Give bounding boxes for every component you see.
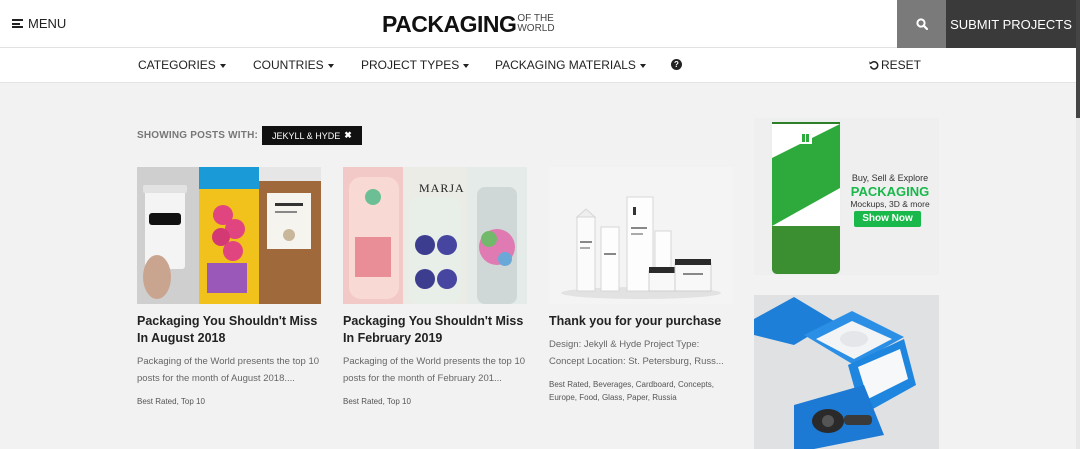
hamburger-icon bbox=[12, 19, 23, 28]
scrollbar-thumb[interactable] bbox=[1076, 0, 1080, 118]
post-tag[interactable]: Top 10 bbox=[387, 397, 411, 406]
submit-projects-button[interactable]: SUBMIT PROJECTS bbox=[946, 0, 1076, 48]
post-tag[interactable]: Europe bbox=[549, 393, 575, 402]
post-tags: Best Rated, Top 10 bbox=[343, 397, 411, 406]
site-logo[interactable]: PACKAGING OF THE WORLD bbox=[382, 12, 563, 36]
post-tags: Best Rated, Beverages, Cardboard, Concep… bbox=[549, 380, 715, 402]
post-tag[interactable]: Beverages bbox=[593, 380, 631, 389]
page-scrollbar[interactable] bbox=[1076, 0, 1080, 449]
post-tag[interactable]: Russia bbox=[652, 393, 676, 402]
ad-line2: Mockups, 3D & more bbox=[850, 199, 930, 209]
post-tag[interactable]: Best Rated bbox=[549, 380, 589, 389]
post-thumbnail[interactable] bbox=[549, 167, 733, 304]
ad-headline: PACKAGING bbox=[850, 184, 930, 199]
close-icon[interactable]: ✖ bbox=[344, 130, 352, 141]
post-tags: Best Rated, Top 10 bbox=[137, 397, 205, 406]
post-tag[interactable]: Best Rated bbox=[137, 397, 177, 406]
active-filter-label: JEKYLL & HYDE bbox=[272, 130, 341, 141]
post-tag[interactable]: Best Rated bbox=[343, 397, 383, 406]
caret-down-icon bbox=[219, 63, 226, 68]
showing-posts-label: SHOWING POSTS WITH: bbox=[137, 130, 259, 141]
menu-button[interactable]: MENU bbox=[12, 16, 66, 31]
caret-down-icon bbox=[327, 63, 334, 68]
caret-down-icon bbox=[639, 63, 646, 68]
post-tag[interactable]: Paper bbox=[627, 393, 648, 402]
post-image bbox=[549, 167, 733, 304]
post-title[interactable]: Packaging You Shouldn't Miss In August 2… bbox=[137, 313, 321, 347]
filter-packaging-materials[interactable]: PACKAGING MATERIALS bbox=[495, 58, 646, 72]
logo-main-text: PACKAGING bbox=[382, 11, 517, 37]
box-image bbox=[754, 295, 939, 449]
caret-down-icon bbox=[463, 63, 470, 68]
post-image bbox=[137, 167, 321, 304]
ad-line1: Buy, Sell & Explore bbox=[851, 173, 929, 183]
logo-sub-text: OF THE WORLD bbox=[517, 13, 555, 34]
post-card: Packaging You Shouldn't Miss In August 2… bbox=[137, 167, 321, 408]
filter-project-types[interactable]: PROJECT TYPES bbox=[361, 58, 470, 72]
post-tag[interactable]: Food bbox=[579, 393, 597, 402]
post-excerpt: Design: Jekyll & Hyde Project Type: Conc… bbox=[549, 339, 724, 367]
post-tag[interactable]: Top 10 bbox=[181, 397, 205, 406]
sidebar-ad-box[interactable] bbox=[754, 295, 939, 449]
post-tag[interactable]: Glass bbox=[602, 393, 622, 402]
ad-copy: Buy, Sell & Explore PACKAGING Mockups, 3… bbox=[848, 173, 932, 210]
search-icon bbox=[915, 18, 928, 30]
active-filter-chip[interactable]: JEKYLL & HYDE ✖ bbox=[262, 126, 362, 145]
post-tag[interactable]: Cardboard bbox=[636, 380, 674, 389]
post-excerpt: Packaging of the World presents the top … bbox=[343, 356, 526, 384]
help-icon[interactable]: ? bbox=[671, 59, 682, 70]
filter-countries[interactable]: COUNTRIES bbox=[253, 58, 334, 72]
show-now-button[interactable]: Show Now bbox=[854, 211, 921, 227]
post-thumbnail[interactable] bbox=[137, 167, 321, 304]
search-button[interactable] bbox=[897, 0, 946, 48]
post-title[interactable]: Packaging You Shouldn't Miss In February… bbox=[343, 313, 527, 347]
post-card: MARJA Packaging You Shouldn't Miss In Fe… bbox=[343, 167, 527, 408]
post-excerpt: Packaging of the World presents the top … bbox=[137, 356, 320, 384]
post-title[interactable]: Thank you for your purchase bbox=[549, 313, 733, 330]
post-card: Thank you for your purchase Design: Jeky… bbox=[549, 167, 733, 404]
top-header: MENU PACKAGING OF THE WORLD SUBMIT PROJE… bbox=[0, 0, 1076, 48]
post-image-label: MARJA bbox=[419, 181, 465, 195]
filter-categories[interactable]: CATEGORIES bbox=[138, 58, 226, 72]
reset-button[interactable]: RESET bbox=[869, 58, 921, 72]
post-tag[interactable]: Concepts bbox=[678, 380, 712, 389]
menu-label: MENU bbox=[28, 16, 67, 31]
reset-icon bbox=[869, 61, 879, 70]
sidebar-ad-mockups[interactable]: Buy, Sell & Explore PACKAGING Mockups, 3… bbox=[754, 118, 939, 275]
post-thumbnail[interactable]: MARJA bbox=[343, 167, 527, 304]
